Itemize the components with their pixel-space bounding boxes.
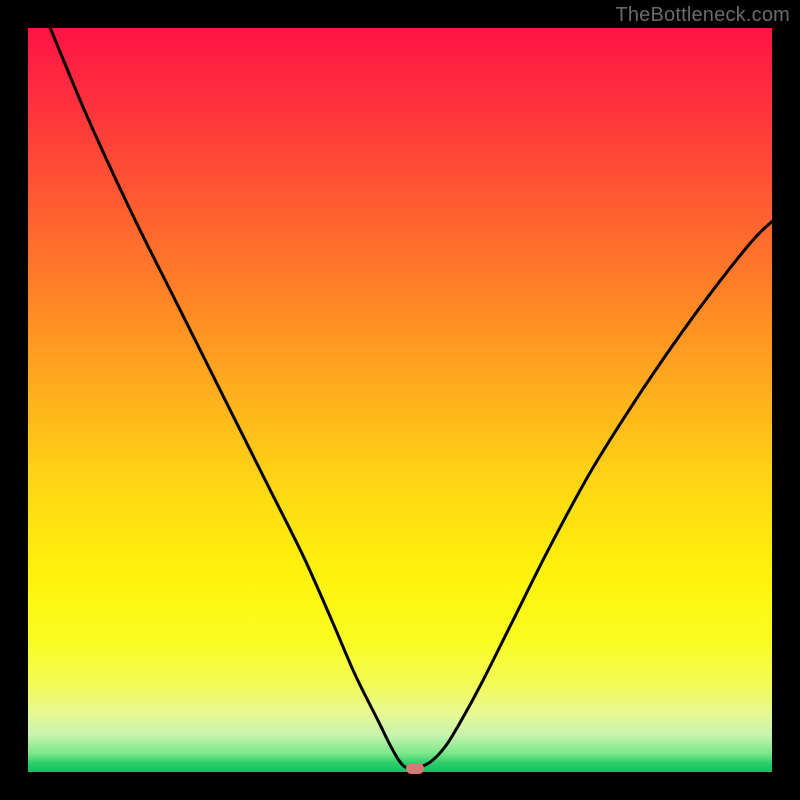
plot-area xyxy=(28,28,772,772)
chart-frame: TheBottleneck.com xyxy=(0,0,800,800)
bottleneck-curve xyxy=(28,28,772,772)
watermark-text: TheBottleneck.com xyxy=(615,4,790,27)
optimal-point-marker xyxy=(406,763,424,774)
